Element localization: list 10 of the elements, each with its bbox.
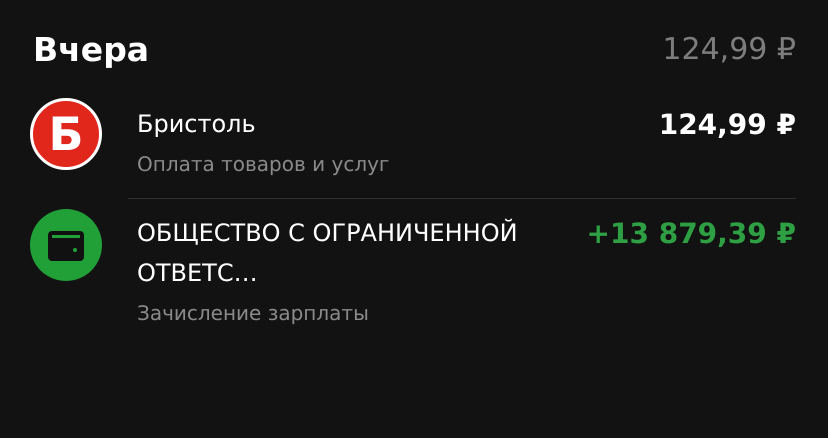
store-logo: Б <box>30 98 102 170</box>
day-total: 124,99 ₽ <box>662 32 796 66</box>
transaction-amount: +13 879,39 ₽ <box>586 216 796 250</box>
transaction-category: Оплата товаров и услуг <box>137 152 390 176</box>
wallet-icon <box>30 209 102 281</box>
transaction-category: Зачисление зарплаты <box>137 301 370 325</box>
day-title: Вчера <box>33 30 150 68</box>
merchant-name: Бристоль <box>137 109 257 140</box>
merchant-name: ОБЩЕСТВО С ОГРАНИЧЕННОЙ ОТВЕТС… <box>137 218 519 289</box>
transaction-amount: 124,99 ₽ <box>658 107 796 141</box>
